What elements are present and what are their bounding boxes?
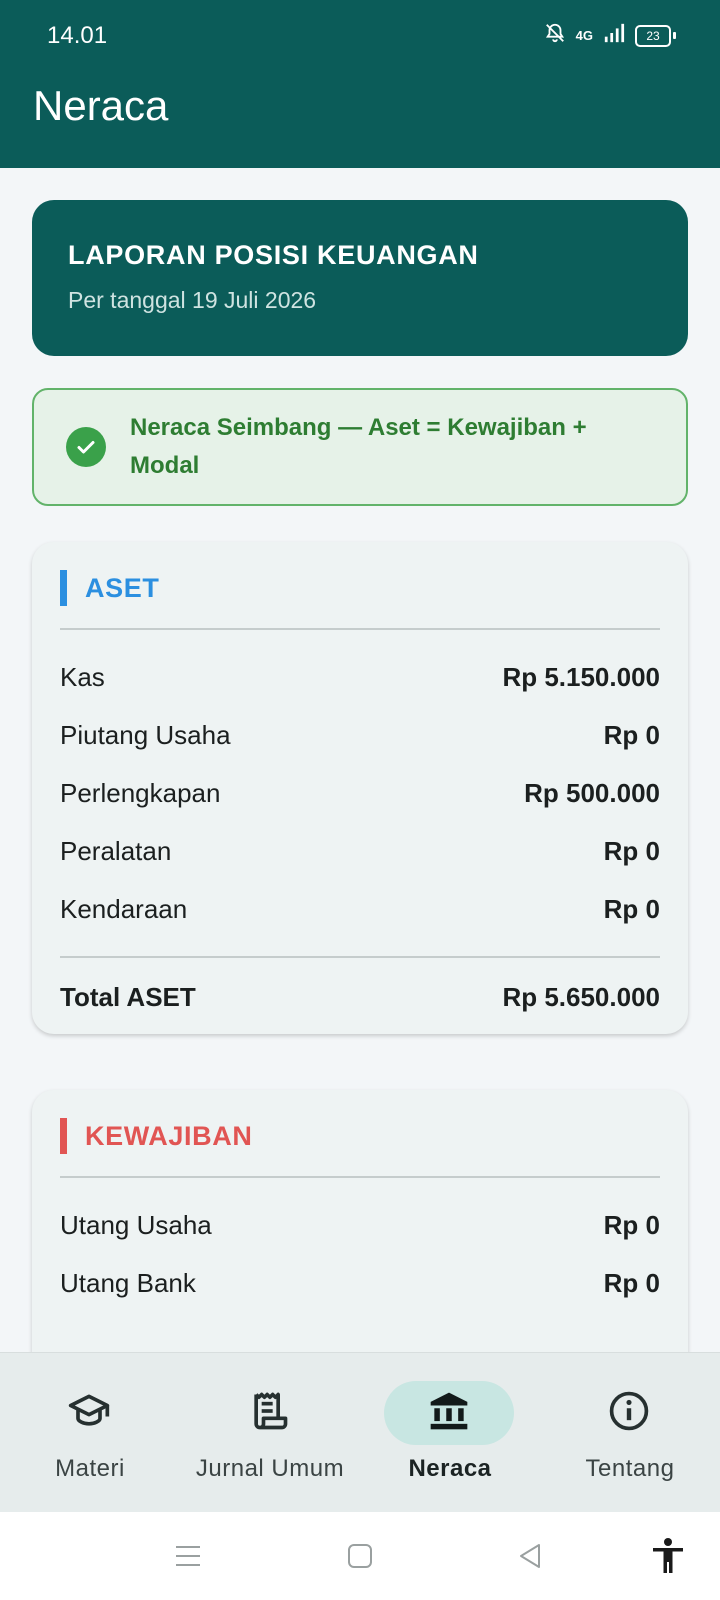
- aset-row-perlengkapan: Perlengkapan Rp 500.000: [60, 764, 660, 822]
- account-name: Kas: [60, 661, 105, 692]
- aset-row-piutang-usaha: Piutang Usaha Rp 0: [60, 706, 660, 764]
- aset-section: ASET Kas Rp 5.150.000 Piutang Usaha Rp 0…: [32, 542, 688, 1034]
- nav-pill: [24, 1381, 154, 1445]
- account-name: Utang Usaha: [60, 1209, 212, 1240]
- battery-icon: 23: [635, 24, 676, 47]
- balance-status-banner: Neraca Seimbang — Aset = Kewajiban + Mod…: [32, 388, 688, 506]
- account-amount: Rp 0: [603, 835, 660, 866]
- account-amount: Rp 0: [603, 1209, 660, 1240]
- aset-row-kendaraan: Kendaraan Rp 0: [60, 880, 660, 938]
- account-amount: Rp 0: [603, 893, 660, 924]
- report-date: Per tanggal 19 Juli 2026: [68, 287, 317, 313]
- account-name: Kendaraan: [60, 893, 188, 924]
- balance-status-text: Neraca Seimbang — Aset = Kewajiban + Mod…: [130, 414, 587, 479]
- signal-icon: [603, 22, 625, 49]
- nav-item-neraca[interactable]: Neraca: [360, 1353, 540, 1513]
- menu-icon[interactable]: [166, 1534, 210, 1578]
- receipt-icon: [247, 1389, 291, 1438]
- accessibility-icon[interactable]: [646, 1534, 690, 1578]
- info-icon: [607, 1389, 651, 1438]
- kewajiban-row-utang-usaha: Utang Usaha Rp 0: [60, 1196, 660, 1254]
- account-name: Piutang Usaha: [60, 719, 231, 750]
- app-bar: 14.01 4G 23 Neraca: [0, 0, 720, 168]
- battery-level: 23: [635, 24, 671, 47]
- total-label: Total ASET: [60, 981, 196, 1012]
- nav-pill-active: [384, 1381, 514, 1445]
- kewajiban-accent-bar: [60, 1118, 67, 1154]
- status-icons: 4G 23: [544, 22, 676, 49]
- nav-label: Tentang: [585, 1455, 675, 1482]
- nav-item-materi[interactable]: Materi: [0, 1353, 180, 1513]
- nav-pill: [204, 1381, 334, 1445]
- account-name: Peralatan: [60, 835, 172, 866]
- page-title: Neraca: [33, 82, 169, 129]
- account-name: Perlengkapan: [60, 777, 221, 808]
- nav-label: Materi: [55, 1455, 125, 1482]
- account-name: Utang Bank: [60, 1267, 196, 1298]
- kewajiban-section: KEWAJIBAN Utang Usaha Rp 0 Utang Bank Rp…: [32, 1090, 688, 1352]
- bottom-navigation: Materi Jurnal Umum Neraca Tentang: [0, 1352, 720, 1513]
- home-button-icon[interactable]: [338, 1534, 382, 1578]
- check-circle-icon: [66, 427, 106, 467]
- bank-icon: [427, 1389, 471, 1438]
- aset-total-row: Total ASET Rp 5.650.000: [60, 968, 660, 1026]
- aset-accent-bar: [60, 570, 67, 606]
- bell-off-icon: [544, 22, 566, 49]
- account-amount: Rp 5.150.000: [502, 661, 660, 692]
- aset-row-kas: Kas Rp 5.150.000: [60, 648, 660, 706]
- divider: [60, 1176, 660, 1178]
- kewajiban-header: KEWAJIBAN: [60, 1116, 660, 1156]
- account-amount: Rp 0: [603, 719, 660, 750]
- aset-title: ASET: [85, 572, 160, 603]
- divider: [60, 628, 660, 630]
- account-amount: Rp 500.000: [524, 777, 660, 808]
- status-time: 14.01: [47, 22, 108, 49]
- account-amount: Rp 0: [603, 1267, 660, 1298]
- kewajiban-row-utang-bank: Utang Bank Rp 0: [60, 1254, 660, 1312]
- network-label: 4G: [575, 28, 593, 43]
- total-amount: Rp 5.650.000: [502, 981, 660, 1012]
- kewajiban-title: KEWAJIBAN: [85, 1120, 253, 1151]
- report-header-card: LAPORAN POSISI KEUANGAN Per tanggal 19 J…: [32, 200, 688, 356]
- system-navigation-bar: [0, 1512, 720, 1600]
- nav-item-tentang[interactable]: Tentang: [540, 1353, 720, 1513]
- nav-label: Neraca: [408, 1455, 492, 1482]
- back-button-icon[interactable]: [508, 1534, 552, 1578]
- nav-item-jurnal-umum[interactable]: Jurnal Umum: [180, 1353, 360, 1513]
- report-title: LAPORAN POSISI KEUANGAN: [68, 240, 479, 270]
- graduation-cap-icon: [67, 1389, 111, 1438]
- divider: [60, 956, 660, 958]
- aset-row-peralatan: Peralatan Rp 0: [60, 822, 660, 880]
- nav-label: Jurnal Umum: [195, 1455, 345, 1482]
- nav-pill: [564, 1381, 694, 1445]
- aset-header: ASET: [60, 568, 660, 608]
- main-content[interactable]: LAPORAN POSISI KEUANGAN Per tanggal 19 J…: [0, 168, 720, 1352]
